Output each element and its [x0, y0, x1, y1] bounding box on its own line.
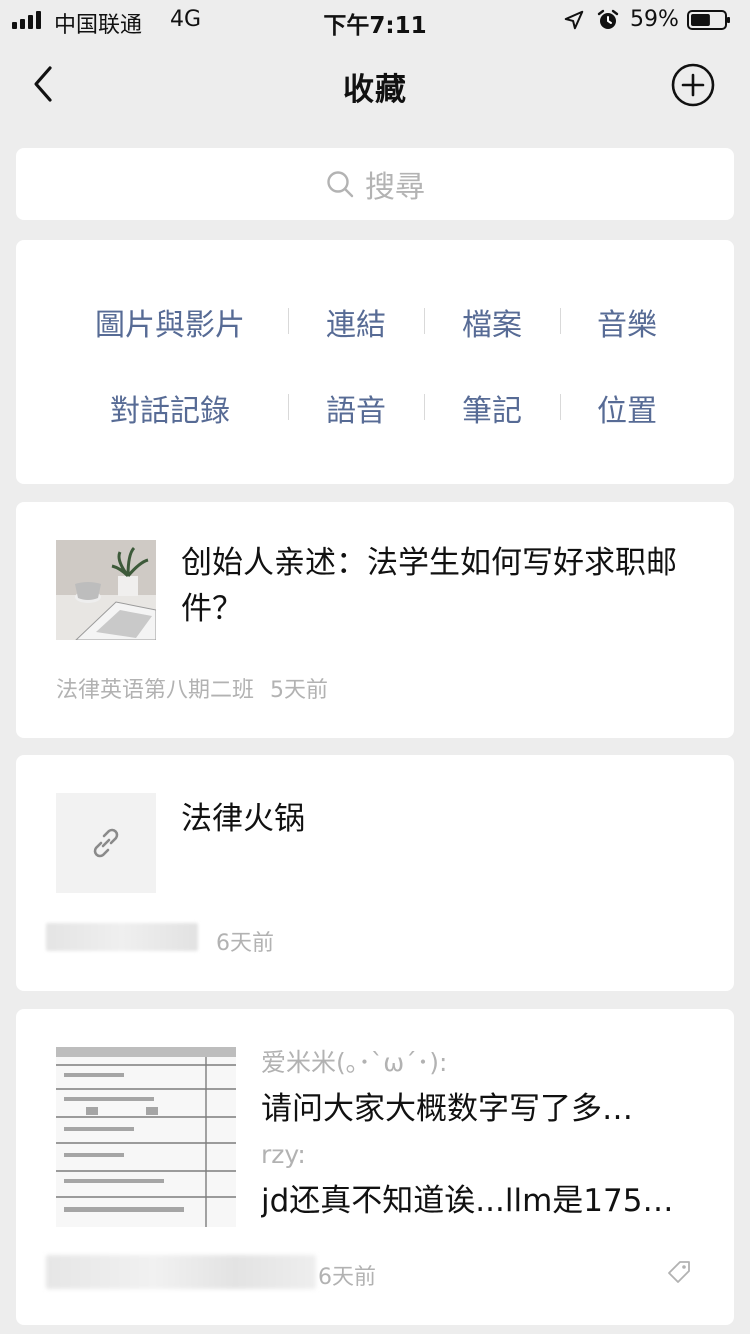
divider: [560, 394, 561, 420]
link-thumbnail: [56, 793, 156, 893]
category-files[interactable]: 檔案: [462, 300, 522, 344]
location-arrow-icon: [564, 10, 584, 30]
category-location[interactable]: 位置: [597, 386, 657, 430]
add-button[interactable]: [670, 62, 716, 108]
favorite-item-chat[interactable]: 爱米米(｡･`ω´･): 请问大家大概数字写了多… rzy: jd还真不知道诶.…: [16, 1009, 734, 1325]
category-music[interactable]: 音樂: [597, 300, 657, 344]
divider: [288, 394, 289, 420]
chat-preview: 爱米米(｡･`ω´･): 请问大家大概数字写了多… rzy: jd还真不知道诶.…: [261, 1043, 711, 1227]
category-voice[interactable]: 語音: [326, 386, 386, 430]
blurred-source: [46, 923, 198, 951]
chat-message: jd还真不知道诶...llm是175…: [261, 1183, 674, 1219]
category-links[interactable]: 連結: [326, 300, 386, 344]
document-scan-thumbnail: [56, 1047, 236, 1227]
search-placeholder: 搜尋: [365, 170, 425, 205]
category-notes[interactable]: 筆記: [462, 386, 522, 430]
favorite-source: 法律英语第八期二班: [56, 678, 255, 703]
link-icon: [93, 828, 119, 858]
favorite-item-link[interactable]: 法律火锅 6天前: [16, 755, 734, 991]
status-bar: 中国联通 4G 下午7:11 59%: [0, 0, 750, 40]
page-title: 收藏: [343, 72, 407, 108]
battery-percent: 59%: [630, 7, 679, 32]
laptop-photo-thumbnail: [56, 540, 156, 640]
divider: [424, 394, 425, 420]
favorite-title: 法律火锅: [181, 801, 305, 837]
chat-message: 请问大家大概数字写了多…: [261, 1091, 633, 1127]
divider: [560, 308, 561, 334]
category-photos-videos[interactable]: 圖片與影片: [95, 300, 245, 344]
favorite-item-article[interactable]: 创始人亲述：法学生如何写好求职邮件？ 法律英语第八期二班 5天前: [16, 502, 734, 738]
alarm-clock-icon: [597, 9, 619, 29]
favorite-time: 6天前: [318, 1265, 376, 1290]
favorite-time: 5天前: [270, 678, 329, 703]
category-panel: 圖片與影片 連結 檔案 音樂 對話記錄 語音 筆記 位置: [16, 240, 734, 484]
favorite-title: 创始人亲述：法学生如何写好求职邮件？: [181, 545, 677, 627]
tag-icon[interactable]: [666, 1259, 692, 1285]
divider: [288, 308, 289, 334]
category-chat-history[interactable]: 對話記錄: [110, 386, 230, 430]
divider: [424, 308, 425, 334]
blurred-source: [46, 1255, 316, 1289]
chat-speaker: rzy:: [261, 1140, 306, 1169]
search-icon: [327, 171, 354, 198]
battery-icon: [687, 10, 730, 30]
search-bar[interactable]: 搜尋: [16, 148, 734, 220]
plus-circle-icon: [671, 63, 715, 107]
favorite-meta: 法律英语第八期二班 5天前: [56, 672, 328, 704]
chat-speaker: 爱米米(｡･`ω´･):: [261, 1048, 448, 1077]
favorite-time: 6天前: [216, 931, 274, 956]
